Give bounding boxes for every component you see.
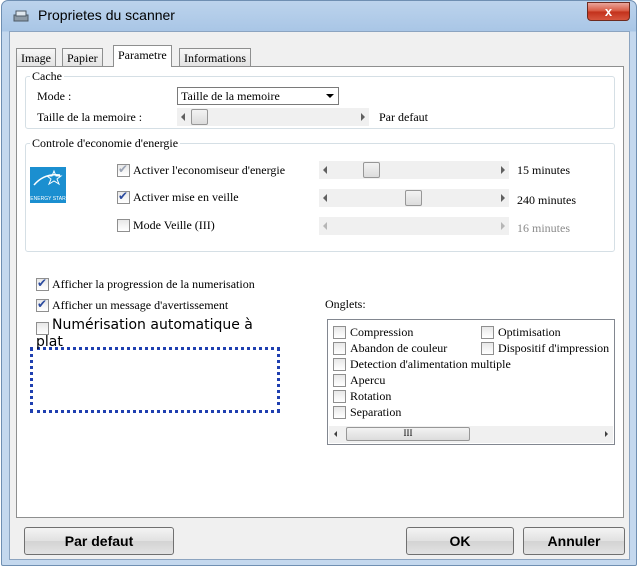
memory-size-label: Taille de la memoire : [37, 110, 143, 124]
tab-informations[interactable]: Informations [179, 48, 251, 66]
close-button[interactable]: x [587, 2, 630, 21]
onglet-label-optimisation: Optimisation [498, 325, 561, 339]
show-progress-label: Afficher la progression de la numerisati… [52, 277, 255, 291]
check-icon: ✔ [37, 297, 48, 311]
mode-label: Mode : [37, 89, 72, 103]
onglet-checkbox-dispositif-impression[interactable] [481, 342, 494, 355]
onglet-label-apercu: Apercu [350, 373, 386, 387]
onglet-label-detection: Detection d'alimentation multiple [350, 357, 511, 371]
sleep-mode-iii-value: 16 minutes [517, 221, 570, 235]
energy-star-logo: ENERGY STAR [30, 167, 66, 203]
energy-saver-checkbox[interactable]: ✔ [117, 162, 130, 177]
onglet-checkbox-compression[interactable] [333, 326, 346, 339]
window-title: Proprietes du scanner [38, 7, 175, 23]
memory-default-label: Par defaut [379, 110, 428, 124]
slider-right-arrow-icon[interactable] [501, 166, 505, 174]
show-progress-checkbox[interactable]: ✔ [36, 276, 49, 291]
sleep-mode-label: Activer mise en veille [133, 190, 239, 204]
memory-size-slider[interactable] [177, 108, 369, 126]
auto-flat-highlight [30, 347, 280, 413]
sleep-mode-slider[interactable] [319, 189, 509, 207]
slider-left-arrow-icon[interactable] [323, 166, 327, 174]
show-warning-checkbox[interactable]: ✔ [36, 297, 49, 312]
onglets-label: Onglets: [325, 297, 366, 311]
slider-right-arrow-icon[interactable] [361, 113, 365, 121]
default-button[interactable]: Par defaut [24, 527, 174, 555]
scroll-thumb[interactable]: III [346, 427, 470, 441]
slider-thumb[interactable] [363, 162, 380, 178]
onglet-checkbox-rotation[interactable] [333, 390, 346, 403]
ok-button[interactable]: OK [406, 527, 514, 555]
energy-saver-value: 15 minutes [517, 163, 570, 177]
slider-thumb[interactable] [405, 190, 422, 206]
onglet-checkbox-separation[interactable] [333, 406, 346, 419]
slider-right-arrow-icon[interactable] [501, 194, 505, 202]
sleep-mode-checkbox[interactable]: ✔ [117, 189, 130, 204]
scroll-left-arrow-icon[interactable] [334, 431, 337, 437]
onglets-horizontal-scrollbar[interactable]: III [329, 426, 613, 443]
scanner-properties-window: Proprietes du scanner x Image Papier Par… [1, 0, 637, 566]
onglet-label-abandon-couleur: Abandon de couleur [350, 341, 448, 355]
onglet-label-compression: Compression [350, 325, 414, 339]
onglet-label-rotation: Rotation [350, 389, 392, 403]
dialog-client-area: Image Papier Parametre Informations Cach… [9, 31, 630, 560]
chevron-down-icon [326, 94, 334, 98]
mode-dropdown[interactable]: Taille de la memoire [177, 87, 339, 105]
sleep-mode-iii-label: Mode Veille (III) [133, 218, 215, 232]
onglet-checkbox-abandon-couleur[interactable] [333, 342, 346, 355]
sleep-mode-value: 240 minutes [517, 193, 576, 207]
energy-saver-slider[interactable] [319, 161, 509, 179]
tab-papier[interactable]: Papier [62, 48, 103, 66]
mode-value: Taille de la memoire [181, 89, 280, 103]
sleep-mode-iii-checkbox[interactable] [117, 219, 130, 232]
cancel-button[interactable]: Annuler [523, 527, 625, 555]
slider-left-arrow-icon[interactable] [323, 194, 327, 202]
onglet-checkbox-optimisation[interactable] [481, 326, 494, 339]
onglet-label-separation: Separation [350, 405, 402, 419]
show-warning-label: Afficher un message d'avertissement [52, 298, 229, 312]
check-icon: ✔ [118, 189, 129, 203]
check-icon: ✔ [37, 276, 48, 290]
scanner-icon [13, 10, 29, 22]
slider-left-arrow-icon[interactable] [181, 113, 185, 121]
slider-thumb[interactable] [191, 109, 208, 125]
energy-star-icon [33, 169, 63, 186]
onglets-listbox[interactable]: Compression Optimisation Abandon de coul… [327, 319, 615, 445]
title-bar[interactable]: Proprietes du scanner x [2, 1, 636, 31]
auto-flat-label-line1: Numérisation automatique à [52, 317, 253, 333]
energy-saver-label: Activer l'economiseur d'energie [133, 163, 286, 177]
slider-right-arrow-icon [501, 222, 505, 230]
tab-image[interactable]: Image [16, 48, 56, 66]
scroll-right-arrow-icon[interactable] [605, 431, 608, 437]
energy-legend: Controle d'economie d'energie [32, 136, 179, 150]
cache-legend: Cache [32, 69, 62, 83]
onglet-checkbox-detection[interactable] [333, 358, 346, 371]
parametre-panel: Cache Mode : Taille de la memoire Taille… [16, 66, 624, 518]
onglet-checkbox-apercu[interactable] [333, 374, 346, 387]
energy-star-text: ENERGY STAR [30, 196, 66, 202]
tab-parametre[interactable]: Parametre [113, 45, 172, 67]
slider-left-arrow-icon [323, 222, 327, 230]
auto-flat-label-line2: plat [36, 334, 63, 350]
onglet-label-dispositif-impression: Dispositif d'impression [498, 341, 610, 355]
check-icon: ✔ [118, 162, 129, 176]
sleep-mode-iii-slider[interactable] [319, 217, 509, 235]
